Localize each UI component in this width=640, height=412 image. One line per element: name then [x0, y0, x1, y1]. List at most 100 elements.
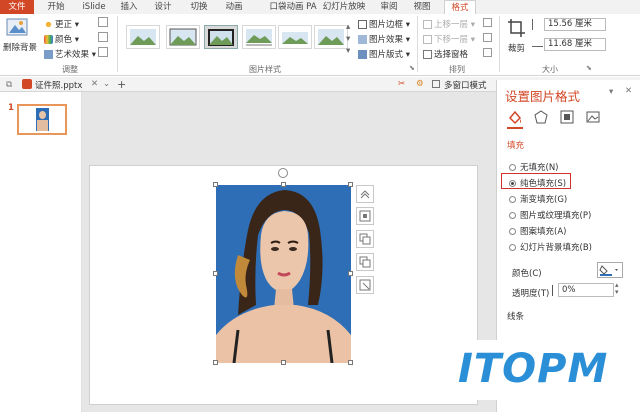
slide-thumbnail[interactable] — [17, 104, 67, 135]
picture-style-2[interactable] — [166, 25, 200, 49]
tab-islide[interactable]: iSlide — [78, 0, 110, 14]
watermark-logo: ITOPM — [450, 340, 640, 400]
adjust-group-label: 调整 — [62, 65, 78, 74]
duplicate-icon[interactable] — [356, 253, 374, 271]
resize-handle[interactable] — [213, 271, 218, 276]
transparency-slider[interactable] — [552, 285, 553, 296]
document-tab[interactable]: 证件照.pptx — [35, 79, 82, 91]
remove-background-icon[interactable] — [6, 18, 36, 38]
collapse-up-icon[interactable] — [356, 185, 374, 203]
resize-handle[interactable] — [281, 182, 286, 187]
panel-options-icon[interactable]: ▾ — [609, 87, 613, 97]
height-input[interactable]: 15.56 厘米 — [544, 18, 606, 31]
tab-dropdown-icon[interactable]: ⌄ — [103, 79, 110, 89]
send-backward-button[interactable]: 下移一层 ▾ — [423, 33, 475, 45]
multi-window-icon — [432, 80, 440, 88]
watermark-text: ITOPM — [458, 346, 609, 392]
resize-handle[interactable] — [348, 360, 353, 365]
radio-solid-fill[interactable]: 纯色填充(S) — [509, 177, 566, 189]
resize-handle[interactable] — [213, 182, 218, 187]
resize-handle[interactable] — [348, 271, 353, 276]
gallery-scroll-up-icon[interactable]: ▴ — [346, 22, 350, 32]
portrait-photo[interactable] — [216, 185, 351, 363]
rotate-icon[interactable] — [483, 48, 492, 57]
crop-icon[interactable] — [507, 18, 525, 38]
tab-pocket-animation[interactable]: 口袋动画 PA — [258, 0, 328, 14]
width-input[interactable]: 11.68 厘米 — [544, 38, 606, 51]
picture-border-button[interactable]: 图片边框 ▾ — [358, 18, 410, 30]
picture-style-1[interactable] — [126, 25, 160, 49]
size-properties-icon[interactable] — [559, 109, 575, 125]
picture-style-3[interactable] — [204, 25, 238, 49]
dialog-launcher-icon[interactable]: ⬊ — [409, 64, 415, 72]
tab-review[interactable]: 审阅 — [377, 0, 401, 14]
tab-tools-icon[interactable]: ✂ — [398, 79, 405, 89]
reset-picture-icon[interactable] — [98, 47, 108, 57]
picture-icon[interactable] — [585, 109, 601, 125]
radio-picture-texture-fill[interactable]: 图片或纹理填充(P) — [509, 209, 591, 221]
layout-options-icon[interactable] — [356, 207, 374, 225]
align-icon[interactable] — [483, 18, 492, 27]
radio-icon — [509, 212, 516, 219]
color-button[interactable]: 颜色 ▾ — [44, 33, 79, 45]
picture-effects-button[interactable]: 图片效果 ▾ — [358, 33, 410, 45]
change-picture-icon[interactable] — [98, 32, 108, 42]
spin-arrows-icon[interactable]: ▴ ▾ — [615, 282, 619, 296]
transparency-input[interactable]: 0% — [558, 283, 614, 297]
radio-no-fill[interactable]: 无填充(N) — [509, 161, 559, 173]
close-tab-icon[interactable]: ✕ — [91, 79, 98, 89]
size-dialog-launcher-icon[interactable]: ⬊ — [586, 64, 592, 72]
line-section-header[interactable]: 线条 — [507, 310, 524, 322]
divider — [417, 16, 418, 72]
tab-insert[interactable]: 插入 — [117, 0, 141, 14]
remove-background-button[interactable]: 删除背景 — [3, 41, 37, 53]
artistic-effects-button[interactable]: 艺术效果 ▾ — [44, 48, 96, 60]
crop-button[interactable]: 裁剪 — [508, 42, 525, 54]
active-tab-underline — [507, 127, 523, 129]
bring-forward-button[interactable]: 上移一层 ▾ — [423, 18, 475, 30]
fill-color-picker[interactable] — [597, 262, 623, 278]
radio-gradient-fill[interactable]: 渐变填充(G) — [509, 193, 567, 205]
copy-style-icon[interactable] — [356, 230, 374, 248]
fill-line-icon[interactable] — [507, 109, 523, 125]
tab-animations[interactable]: 动画 — [222, 0, 246, 14]
radio-pattern-fill[interactable]: 图案填充(A) — [509, 225, 566, 237]
tab-home[interactable]: 开始 — [42, 0, 70, 14]
effects-pentagon-icon[interactable] — [533, 109, 549, 125]
new-tab-icon[interactable]: + — [117, 78, 126, 91]
tab-file[interactable]: 文件 — [0, 0, 34, 14]
tab-design[interactable]: 设计 — [151, 0, 175, 14]
compress-pictures-icon[interactable] — [98, 17, 108, 27]
resize-handle[interactable] — [348, 182, 353, 187]
resize-handle[interactable] — [213, 360, 218, 365]
picture-style-4[interactable] — [242, 25, 276, 49]
tab-slideshow[interactable]: 幻灯片放映 — [320, 0, 368, 14]
multi-window-mode-button[interactable]: 多窗口模式 — [444, 79, 487, 91]
crop-frame-icon[interactable] — [356, 276, 374, 294]
panel-close-icon[interactable]: ✕ — [625, 86, 632, 96]
gallery-scroll-down-icon[interactable]: ▾ — [346, 34, 350, 44]
arrange-group-label: 排列 — [449, 65, 465, 74]
corrections-button[interactable]: 更正 ▾ — [44, 18, 79, 30]
tab-transitions[interactable]: 切换 — [187, 0, 211, 14]
picture-styles-group-label: 图片样式 — [249, 65, 281, 74]
sun-icon — [44, 20, 53, 29]
new-window-icon[interactable]: ⧉ — [6, 80, 12, 90]
picture-style-6[interactable] — [314, 25, 348, 49]
divider — [499, 16, 500, 72]
gallery-more-icon[interactable]: ▾ — [346, 46, 350, 56]
radio-icon — [509, 196, 516, 203]
settings-gear-icon[interactable]: ⚙ — [416, 79, 424, 89]
picture-style-5[interactable] — [278, 25, 312, 49]
layout-icon — [358, 50, 367, 59]
resize-handle[interactable] — [281, 360, 286, 365]
tab-view[interactable]: 视图 — [410, 0, 434, 14]
rotate-handle-icon[interactable] — [278, 168, 288, 178]
radio-icon — [509, 244, 516, 251]
fill-section-header[interactable]: 填充 — [507, 139, 524, 151]
selection-pane-button[interactable]: 选择窗格 — [423, 48, 468, 60]
picture-layout-button[interactable]: 图片版式 ▾ — [358, 48, 410, 60]
radio-slide-background-fill[interactable]: 幻灯片背景填充(B) — [509, 241, 592, 253]
tab-format[interactable]: 格式 — [444, 0, 476, 14]
group-icon[interactable] — [483, 33, 492, 42]
